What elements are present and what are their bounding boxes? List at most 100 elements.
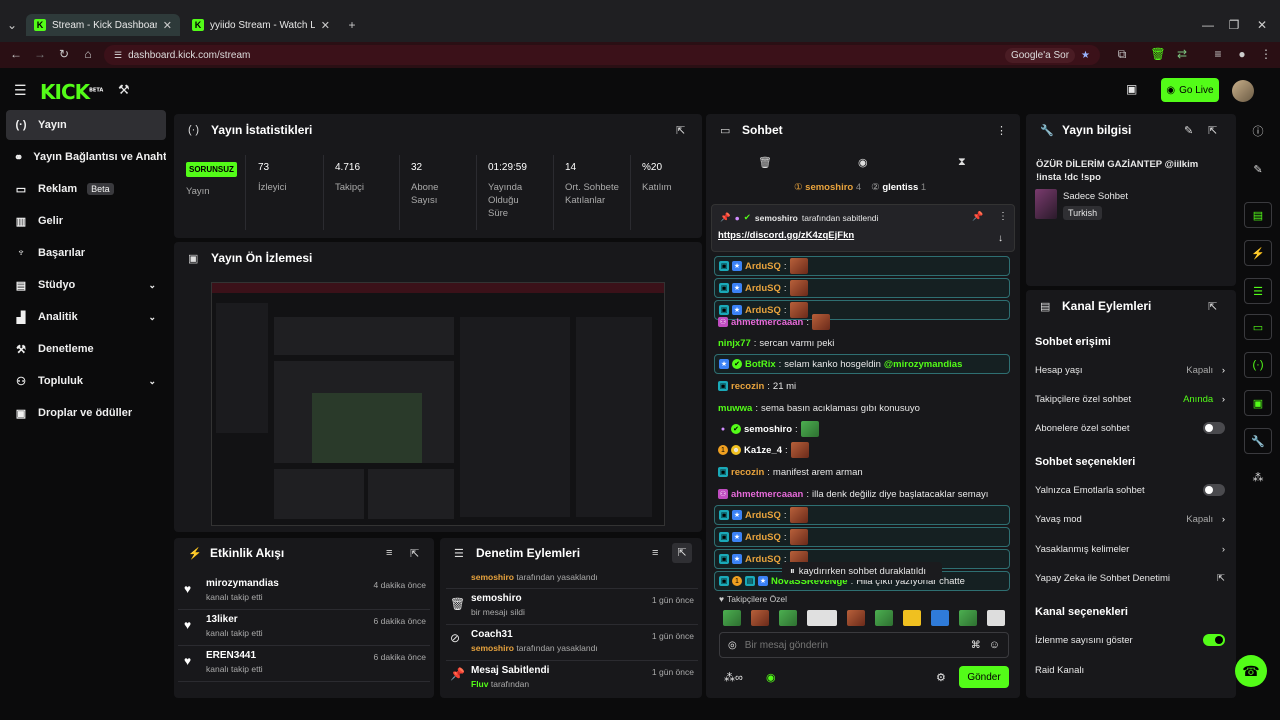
stream-preview-video[interactable] (211, 282, 665, 526)
back-icon[interactable]: ← (8, 47, 24, 61)
sidebar-item-stream-key[interactable]: ⚭ Yayın Bağlantısı ve Anahtarı (6, 142, 166, 172)
emote-icon[interactable] (875, 610, 893, 626)
edit-pencil-icon[interactable]: ✎ (1184, 124, 1193, 137)
send-button[interactable]: Gönder (959, 666, 1009, 688)
trash-icon[interactable]: 🗑 (758, 156, 772, 169)
emote-icon[interactable] (847, 610, 865, 626)
sidebar-item-community[interactable]: ⚇ Topluluk ⌄ (6, 366, 166, 396)
banned-words-row[interactable]: Yasaklanmış kelimeler › (1035, 540, 1225, 558)
chat-input[interactable]: ◎ ⌘ ☺ (719, 632, 1009, 658)
chat-username[interactable]: ArduSQ (745, 510, 781, 521)
tab-list-icon[interactable]: ⌄ (4, 18, 20, 32)
expand-down-icon[interactable]: ↓ (998, 233, 1003, 244)
moderation-widget-icon[interactable]: ☰ (1244, 278, 1272, 304)
chat-username[interactable]: recozin (731, 467, 764, 478)
filter-icon[interactable]: ≡ (652, 547, 658, 559)
chat-username[interactable]: semoshiro (744, 424, 792, 435)
pinned-link[interactable]: https://discord.gg/zK4zqEjFkn (718, 230, 854, 241)
kick-points-icon[interactable]: ⁂∞ (724, 671, 743, 684)
preview-widget-icon[interactable]: (·) (1244, 352, 1272, 378)
account-age-row[interactable]: Hesap yaşı Kapalı › (1035, 361, 1225, 379)
sidebar-item-drops[interactable]: ▣ Droplar ve ödüller (6, 398, 166, 428)
new-tab-icon[interactable]: + (344, 18, 360, 32)
home-icon[interactable]: ⌂ (80, 47, 96, 61)
chat-widget-icon[interactable]: ▭ (1244, 314, 1272, 340)
chat-message[interactable]: ▣ ★ ArduSQ: (714, 505, 1010, 525)
chat-message[interactable]: ▣ ★ ArduSQ: (714, 527, 1010, 547)
emote-icon[interactable] (807, 610, 837, 626)
browser-tab-stream[interactable]: K yyiido Stream - Watch Live on Kick ✕ (184, 14, 338, 36)
add-widget-icon[interactable]: ⁂ (1244, 464, 1272, 490)
google-ask-button[interactable]: Google'a Sor (1004, 47, 1076, 63)
chat-username[interactable]: ahmetmercaaan (731, 489, 803, 500)
close-tab-icon[interactable]: ✕ (163, 19, 172, 32)
kick-logo[interactable]: KICKBETA (40, 80, 103, 104)
slow-mode-row[interactable]: Yavaş mod Kapalı › (1035, 510, 1225, 528)
stats-widget-icon[interactable]: ▤ (1244, 202, 1272, 228)
chat-message[interactable]: ● ✔ semoshiro: (714, 419, 1010, 439)
edit-icon[interactable]: ✎ (1244, 156, 1272, 182)
more-options-icon[interactable]: ⋮ (996, 124, 1007, 137)
emote-icon[interactable] (723, 610, 741, 626)
chat-username[interactable]: muwwa (718, 403, 752, 414)
chat-username[interactable]: ninjx77 (718, 338, 751, 349)
menu-icon[interactable]: ☰ (14, 82, 27, 99)
minimize-icon[interactable]: — (1200, 18, 1216, 32)
extensions-icon[interactable]: ⧉ (1114, 47, 1130, 62)
close-tab-icon[interactable]: ✕ (321, 19, 330, 32)
forward-icon[interactable]: → (32, 47, 48, 61)
chat-username[interactable]: ahmetmercaaan (731, 317, 803, 328)
chat-bubble-icon[interactable]: ◉ (858, 156, 868, 169)
kick-circle-icon[interactable]: ◉ (766, 671, 776, 684)
emoji-icon[interactable]: ☺ (989, 639, 1000, 651)
sidebar-item-studio[interactable]: ▤ Stüdyo ⌄ (6, 270, 166, 300)
sidebar-item-achievements[interactable]: ♆ Başarılar (6, 238, 166, 268)
emote-only-toggle[interactable] (1203, 484, 1225, 496)
followers-only-row[interactable]: Takipçilere özel sohbet Anında › (1035, 390, 1225, 408)
sidebar-item-stream[interactable]: (·) Yayın (6, 110, 166, 140)
maximize-icon[interactable]: ❐ (1226, 18, 1242, 32)
raid-channel-row[interactable]: Raid Kanalı (1035, 661, 1225, 679)
emote-icon[interactable] (987, 610, 1005, 626)
chat-message[interactable]: ⚇ ahmetmercaaan: (714, 312, 1010, 332)
more-options-icon[interactable]: ⋮ (998, 211, 1008, 222)
chat-username[interactable]: ArduSQ (745, 532, 781, 543)
browser-menu-icon[interactable]: ⋮ (1258, 47, 1274, 61)
sidebar-item-ads[interactable]: ▭ Reklam Beta (6, 174, 166, 204)
chat-message[interactable]: ninjx77: sercan varmı peki (714, 333, 1010, 353)
filter-icon[interactable]: ≡ (386, 547, 392, 559)
emote-icon[interactable] (959, 610, 977, 626)
bot-command-icon[interactable]: ⌘ (971, 640, 981, 651)
unpin-icon[interactable]: 📌 (972, 211, 983, 222)
support-chat-icon[interactable]: ☎ (1235, 655, 1267, 687)
reload-icon[interactable]: ↻ (56, 47, 72, 61)
chat-message[interactable]: 1 ☻ Ka1ze_4: (714, 440, 1010, 460)
chat-username[interactable]: ArduSQ (745, 554, 781, 565)
go-live-button[interactable]: ◉ Go Live (1161, 78, 1219, 102)
profile-icon[interactable]: ● (1234, 47, 1250, 61)
settings-gear-icon[interactable]: ⚙ (936, 671, 946, 684)
popout-icon[interactable]: ⇱ (676, 124, 685, 137)
chat-username[interactable]: Ka1ze_4 (744, 445, 782, 456)
chat-message[interactable]: ★ ✔ BotRix: selam kanko hosgeldin @mirozyman… (714, 354, 1010, 374)
chat-username[interactable]: ArduSQ (745, 261, 781, 272)
site-info-icon[interactable]: ☰ (114, 50, 122, 61)
extension-list-icon[interactable]: ≡ (1210, 47, 1226, 61)
show-viewcount-toggle[interactable] (1203, 634, 1225, 646)
pinned-message[interactable]: 📌 ● ✔ semoshiro tarafından sabitlendi 📌 … (711, 204, 1015, 252)
popout-icon[interactable]: ⇱ (672, 543, 692, 563)
hammer-icon[interactable]: ⚒ (118, 82, 130, 98)
stream-info-widget-icon[interactable]: 🔧 (1244, 428, 1272, 454)
emote-icon[interactable] (931, 610, 949, 626)
chat-message[interactable]: ⚇ ahmetmercaaan: illa denk değiliz diye ba… (714, 484, 1010, 504)
browser-tab-dashboard[interactable]: K Stream - Kick Dashboard ✕ (26, 14, 180, 36)
chat-message[interactable]: muwwa: sema basın acıklaması gıbı konusuy… (714, 398, 1010, 418)
popout-icon[interactable]: ⇱ (410, 547, 419, 560)
sidebar-item-analytics[interactable]: ▟ Analitik ⌄ (6, 302, 166, 332)
channel-actions-widget-icon[interactable]: ▣ (1244, 390, 1272, 416)
chat-username[interactable]: ArduSQ (745, 283, 781, 294)
chat-message[interactable]: ▣ recozin:21 mi (714, 376, 1010, 396)
chat-message-field[interactable] (744, 639, 963, 651)
chat-username[interactable]: BotRix (745, 359, 776, 370)
chat-message[interactable]: ▣ ★ ArduSQ: (714, 278, 1010, 298)
